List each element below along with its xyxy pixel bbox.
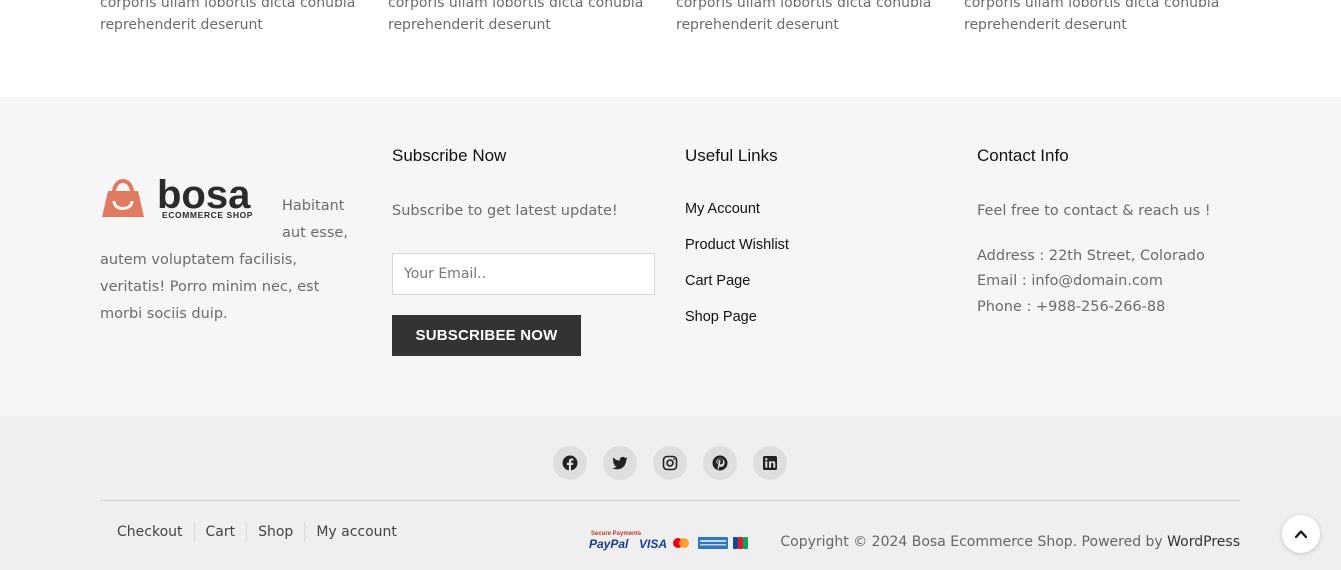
link-cart-page[interactable]: Cart Page <box>685 273 789 309</box>
useful-links-list: My Account Product Wishlist Cart Page Sh… <box>685 201 789 345</box>
footer-nav: Checkout Cart Shop My account <box>106 522 408 542</box>
svg-text:PayPal: PayPal <box>589 537 629 551</box>
post-excerpt-line: corporis ullam lobortis dicta conubia <box>964 0 1220 11</box>
contact-address: Address : 22th Street, Colorado <box>977 248 1205 264</box>
link-product-wishlist[interactable]: Product Wishlist <box>685 237 789 273</box>
post-excerpt-line: reprehenderit deserunt <box>676 17 839 33</box>
subscribe-button[interactable]: SUBSCRIBEE NOW <box>392 315 581 356</box>
chevron-up-icon <box>1294 530 1308 539</box>
subscribe-text: Subscribe to get latest update! <box>392 203 618 219</box>
footer-bottom: Checkout Cart Shop My account Secure Pay… <box>0 416 1341 570</box>
useful-links-title: Useful Links <box>685 146 778 165</box>
post-excerpts: corporis ullam lobortis dicta conubia re… <box>0 0 1341 97</box>
footer-nav-shop[interactable]: Shop <box>246 522 304 542</box>
footer-nav-my-account[interactable]: My account <box>304 522 408 542</box>
contact-title: Contact Info <box>977 146 1069 165</box>
post-excerpt-line: corporis ullam lobortis dicta conubia <box>388 0 644 11</box>
link-shop-page[interactable]: Shop Page <box>685 309 789 345</box>
instagram-icon[interactable] <box>653 446 687 480</box>
payment-methods-image: Secure Payments PayPal VISA <box>589 529 751 553</box>
subscribe-title: Subscribe Now <box>392 146 507 165</box>
footer-nav-checkout[interactable]: Checkout <box>106 522 194 542</box>
copyright-text: Copyright © 2024 Bosa Ecommerce Shop. Po… <box>780 534 1240 550</box>
post-excerpt-line: reprehenderit deserunt <box>388 17 551 33</box>
post-excerpt-line: reprehenderit deserunt <box>100 17 263 33</box>
post-excerpt-line: corporis ullam lobortis dicta conubia <box>100 0 356 11</box>
email-input[interactable] <box>392 253 655 295</box>
svg-text:VISA: VISA <box>639 537 667 551</box>
social-links <box>553 446 787 480</box>
post-excerpt-line: corporis ullam lobortis dicta conubia <box>676 0 932 11</box>
copyright-statement: Copyright © 2024 Bosa Ecommerce Shop. Po… <box>780 534 1163 550</box>
footer-widgets: bosa ECOMMERCE SHOP Habitant aut esse, a… <box>0 97 1341 416</box>
link-my-account[interactable]: My Account <box>685 201 789 237</box>
contact-email[interactable]: Email : info@domain.com <box>977 273 1163 289</box>
facebook-icon[interactable] <box>553 446 587 480</box>
wordpress-link[interactable]: WordPress <box>1167 534 1240 550</box>
pinterest-icon[interactable] <box>703 446 737 480</box>
footer-divider <box>100 500 1240 501</box>
linkedin-icon[interactable] <box>753 446 787 480</box>
about-text: Habitant aut esse, autem voluptatem faci… <box>100 193 355 328</box>
contact-phone[interactable]: Phone : +988-256-266-88 <box>977 299 1165 315</box>
twitter-icon[interactable] <box>603 446 637 480</box>
post-excerpt-line: reprehenderit deserunt <box>964 17 1127 33</box>
scroll-to-top-button[interactable] <box>1282 515 1320 553</box>
footer-nav-cart[interactable]: Cart <box>193 522 247 542</box>
contact-intro: Feel free to contact & reach us ! <box>977 203 1211 219</box>
